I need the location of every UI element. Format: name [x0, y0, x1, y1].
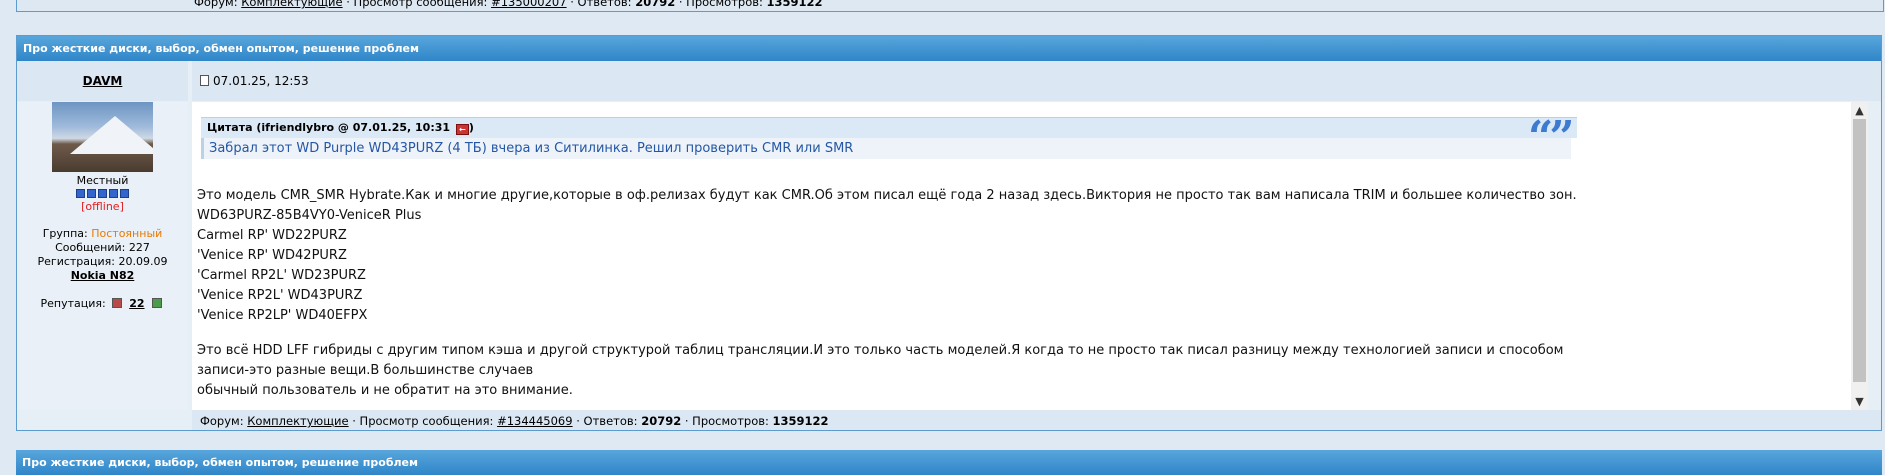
quote-header-text: Цитата (ifriendlybro @ 07.01.25, 10:31 [207, 121, 451, 134]
reputation-minus-icon[interactable] [112, 298, 123, 308]
view-label: · Просмотр сообщения: [346, 0, 488, 9]
body-line: Это всё HDD LFF гибриды с другим типом к… [197, 343, 1564, 378]
post-scrollbar[interactable]: ▲ ▼ [1851, 102, 1868, 410]
next-topic-title: Про жесткие диски, выбор, обмен опытом, … [22, 456, 419, 469]
replies-label: · Ответов: [576, 414, 638, 428]
body-line: 'Venice RP2L' WD43PURZ [197, 288, 363, 303]
replies-count: 20792 [641, 414, 682, 428]
views-label: · Просмотров: [678, 0, 763, 9]
rank-pip-icon [98, 189, 107, 198]
reputation-value-link[interactable]: 22 [129, 297, 144, 310]
scroll-down-icon[interactable]: ▼ [1851, 393, 1868, 410]
forum-label: Форум: [194, 0, 238, 9]
views-count: 1359122 [766, 0, 823, 9]
post-document-icon[interactable] [200, 75, 209, 86]
group-label: Группа: [42, 227, 88, 240]
author-name-link[interactable]: DAVM [83, 74, 123, 88]
post-body: Цитата (ifriendlybro @ 07.01.25, 10:31 ←… [192, 102, 1868, 410]
forum-link[interactable]: Комплектующие [241, 0, 342, 9]
body-line: 'Venice RP2LP' WD40EFPX [197, 308, 368, 323]
quote-text: Забрал этот WD Purple WD43PURZ (4 ТБ) вч… [201, 138, 1571, 159]
forum-label: Форум: [200, 414, 244, 428]
group-value: Постоянный [91, 227, 163, 240]
rank-pip-icon [87, 189, 96, 198]
next-topic-title-bar: Про жесткие диски, выбор, обмен опытом, … [16, 450, 1882, 475]
previous-post-footer: Форум: Комплектующие · Просмотр сообщени… [16, 0, 1884, 12]
rank-pip-icon [120, 189, 129, 198]
post-link[interactable]: #134445069 [497, 414, 573, 428]
post-date-header: 07.01.25, 12:53 [192, 61, 1881, 101]
post-date: 07.01.25, 12:53 [213, 74, 309, 88]
quote-header-close: ) [468, 121, 474, 134]
body-line: 'Venice RP' WD42PURZ [197, 248, 347, 263]
views-count: 1359122 [772, 414, 829, 428]
reputation-label: Репутация: [40, 297, 106, 310]
scrollbar-thumb[interactable] [1853, 119, 1866, 382]
quote-source-link-icon[interactable]: ← [455, 124, 469, 135]
registration-date: Регистрация: 20.09.09 [37, 255, 168, 268]
online-status: [offline] [81, 200, 124, 213]
views-label: · Просмотров: [684, 414, 769, 428]
scroll-up-icon[interactable]: ▲ [1851, 102, 1868, 119]
body-line: WD63PURZ-85B4VY0-VeniceR Plus [197, 208, 422, 223]
author-info-column: Местный [offline] Группа: Постоянный Соо… [17, 102, 188, 410]
body-line: 'Carmel RP2L' WD23PURZ [197, 268, 366, 283]
rank-pip-icon [109, 189, 118, 198]
avatar [52, 102, 153, 172]
reputation-plus-icon[interactable] [151, 298, 162, 308]
topic-title: Про жесткие диски, выбор, обмен опытом, … [23, 42, 420, 55]
author-rank: Местный [76, 174, 129, 187]
body-line: обычный пользователь и не обратит на это… [197, 383, 573, 398]
author-header: DAVM [17, 61, 188, 101]
forum-post: Про жесткие диски, выбор, обмен опытом, … [16, 35, 1882, 431]
post-link[interactable]: #135000207 [491, 0, 567, 9]
message-count: Сообщений: 227 [55, 241, 150, 254]
rank-pips [17, 188, 188, 198]
replies-label: · Ответов: [570, 0, 632, 9]
replies-count: 20792 [635, 0, 676, 9]
post-text: Это модель CMR_SMR Hybrate.Как и многие … [197, 186, 1577, 401]
rank-pip-icon [76, 189, 85, 198]
body-line: Carmel RP' WD22PURZ [197, 228, 347, 243]
post-footer: Форум: Комплектующие · Просмотр сообщени… [192, 410, 1881, 430]
forum-link[interactable]: Комплектующие [247, 414, 348, 428]
topic-title-bar: Про жесткие диски, выбор, обмен опытом, … [17, 36, 1881, 61]
body-line: Это модель CMR_SMR Hybrate.Как и многие … [197, 188, 1577, 203]
author-meta: Группа: Постоянный Сообщений: 227 Регист… [17, 227, 188, 283]
view-label: · Просмотр сообщения: [352, 414, 494, 428]
device-link[interactable]: Nokia N82 [71, 269, 135, 282]
quote-header: Цитата (ifriendlybro @ 07.01.25, 10:31 ←… [201, 117, 1577, 138]
reputation: Репутация: 22 [17, 297, 188, 310]
